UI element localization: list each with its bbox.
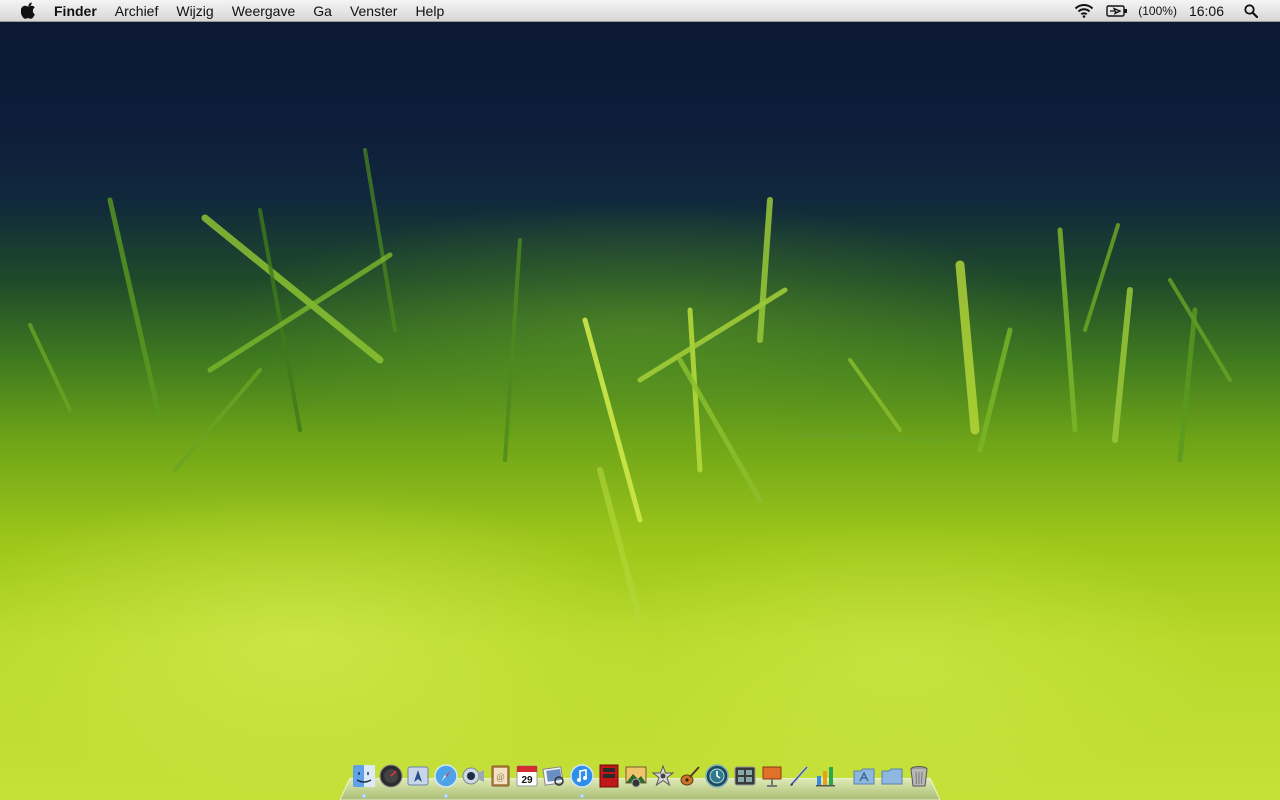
dock-keynote-icon[interactable] xyxy=(760,764,784,788)
dock-address-book-icon[interactable]: @ xyxy=(488,764,512,788)
menu-clock[interactable]: 16:06 xyxy=(1189,3,1224,19)
menu-weergave[interactable]: Weergave xyxy=(223,0,305,22)
dock-trash-icon[interactable] xyxy=(907,764,931,788)
dock-imovie-icon[interactable] xyxy=(651,764,675,788)
dock-garageband-icon[interactable] xyxy=(678,764,702,788)
battery-charging-icon[interactable] xyxy=(1106,4,1128,17)
running-indicator xyxy=(362,794,366,798)
apple-logo-icon[interactable] xyxy=(20,2,36,19)
dock-time-machine-icon[interactable] xyxy=(705,764,730,788)
dock: @ 29 xyxy=(340,762,940,800)
menu-wijzig[interactable]: Wijzig xyxy=(167,0,222,22)
dock-ichat-icon[interactable] xyxy=(461,764,485,788)
desktop[interactable]: Finder Archief Wijzig Weergave Ga Venste… xyxy=(0,0,1280,800)
wifi-icon[interactable] xyxy=(1074,3,1094,18)
dock-downloads-folder-icon[interactable] xyxy=(880,764,904,788)
menu-app-finder[interactable]: Finder xyxy=(54,0,106,22)
wallpaper-grass xyxy=(28,148,1232,623)
menu-help[interactable]: Help xyxy=(406,0,453,22)
dock-pages-icon[interactable] xyxy=(787,764,811,788)
dock-iphoto-icon[interactable] xyxy=(624,764,648,788)
dock-applications-folder-icon[interactable] xyxy=(852,764,876,788)
ical-date: 29 xyxy=(522,775,534,786)
dock-safari-icon[interactable] xyxy=(433,764,458,798)
menu-archief[interactable]: Archief xyxy=(106,0,168,22)
running-indicator xyxy=(443,794,448,798)
dock-preview-icon[interactable] xyxy=(542,764,566,788)
battery-percentage[interactable]: (100%) xyxy=(1138,4,1177,18)
menu-ga[interactable]: Ga xyxy=(304,0,341,22)
dock-finder-icon[interactable] xyxy=(352,764,376,798)
dock-ical-icon[interactable]: 29 xyxy=(515,764,539,788)
dock-spaces-icon[interactable] xyxy=(733,764,757,788)
dock-photo-booth-icon[interactable] xyxy=(597,764,621,788)
dock-separator xyxy=(841,764,849,788)
dock-mail-icon[interactable] xyxy=(406,764,430,788)
spotlight-search-icon[interactable] xyxy=(1244,3,1258,18)
svg-text:@: @ xyxy=(496,772,504,782)
running-indicator xyxy=(579,794,584,798)
dock-numbers-icon[interactable] xyxy=(814,764,838,788)
menu-bar: Finder Archief Wijzig Weergave Ga Venste… xyxy=(0,0,1280,22)
dock-dashboard-icon[interactable] xyxy=(379,764,403,788)
dock-icons: @ 29 xyxy=(352,764,934,798)
dock-itunes-icon[interactable] xyxy=(569,764,594,798)
status-area: (100%) 16:06 xyxy=(1068,0,1280,22)
menu-venster[interactable]: Venster xyxy=(341,0,406,22)
